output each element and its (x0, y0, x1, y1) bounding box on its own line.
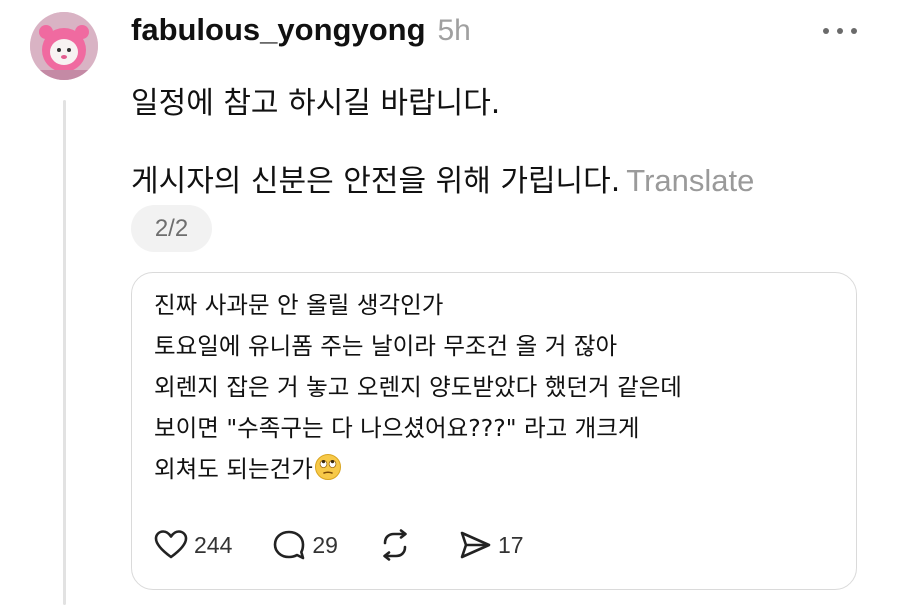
quoted-post-actions: 244 29 17 (154, 525, 564, 565)
quote-line-1: 진짜 사과문 안 올릴 생각인가 (154, 291, 444, 319)
avatar[interactable] (30, 12, 98, 80)
translate-link[interactable]: Translate (626, 163, 754, 198)
repost-button[interactable] (378, 529, 418, 561)
reply-button[interactable]: 29 (272, 529, 338, 561)
avatar-image (30, 12, 98, 80)
quoted-post-card[interactable]: 진짜 사과문 안 올릴 생각인가 토요일에 유니폼 주는 날이라 무조건 올 거… (131, 272, 857, 590)
like-count: 244 (194, 531, 233, 558)
heart-icon (154, 530, 188, 559)
post-text-line-1: 일정에 참고 하시길 바랍니다. (131, 86, 501, 121)
quote-line-2: 토요일에 유니폼 주는 날이라 무조건 올 거 잖아 (154, 332, 618, 360)
quote-line-3: 외렌지 잡은 거 놓고 오렌지 양도받았다 했던거 같은데 (154, 373, 682, 401)
quote-line-4: 보이면 "수족구는 다 나으셨어요???" 라고 개크게 (154, 414, 640, 442)
share-count: 17 (497, 531, 524, 558)
quoted-post-text: 진짜 사과문 안 올릴 생각인가 토요일에 유니폼 주는 날이라 무조건 올 거… (154, 285, 682, 494)
quote-line-5-row: 외쳐도 되는건가 (154, 449, 682, 494)
more-options-button[interactable] (818, 18, 862, 44)
like-button[interactable]: 244 (154, 529, 232, 561)
timestamp: 5h (437, 14, 471, 47)
post-text-line-2-content: 게시자의 신분은 안전을 위해 가립니다. (131, 164, 621, 199)
face-with-rolling-eyes-icon (314, 453, 342, 494)
username[interactable]: fabulous_yongyong (131, 12, 426, 48)
share-button[interactable]: 17 (458, 529, 524, 561)
quote-line-5: 외쳐도 되는건가 (154, 455, 313, 483)
thread-line (63, 100, 66, 605)
repost-icon (383, 529, 407, 561)
post-text-line-2: 게시자의 신분은 안전을 위해 가립니다. Translate (131, 156, 754, 200)
post-header: fabulous_yongyong 5h (131, 12, 471, 56)
carousel-page-indicator: 2/2 (131, 205, 212, 252)
reply-count: 29 (312, 531, 338, 558)
send-icon (460, 531, 491, 559)
more-horizontal-icon (823, 28, 857, 34)
comment-bubble-icon (274, 530, 305, 560)
